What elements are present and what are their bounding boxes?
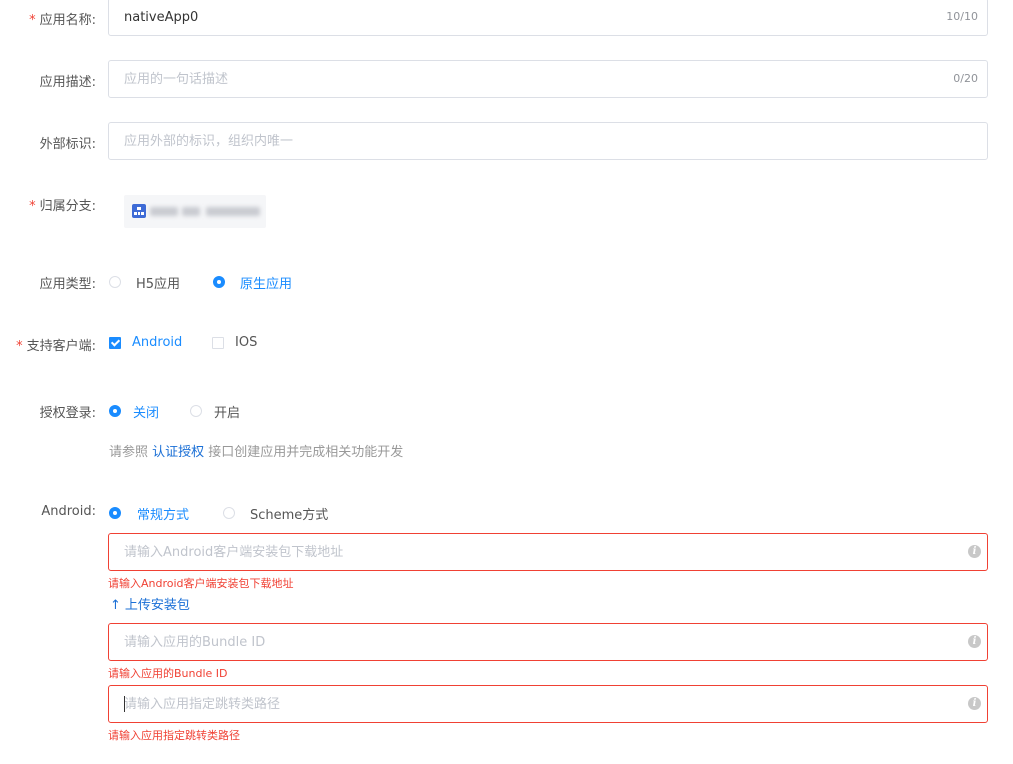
app-type-label: 应用类型: [39,277,96,292]
info-icon: i [968,635,981,648]
checkbox-android-label[interactable]: Android [132,335,182,350]
branch-selector[interactable] [124,195,266,228]
radio-auth-off-label[interactable]: 关闭 [133,402,159,421]
radio-scheme-mode[interactable] [223,507,235,519]
radio-scheme-mode-label[interactable]: Scheme方式 [250,504,328,523]
app-name-count: 10/10 [946,10,978,23]
radio-native-app[interactable] [213,276,225,288]
auth-hint: 请参照 认证授权 接口创建应用并完成相关功能开发 [109,445,404,460]
branch-name-blurred [150,207,178,216]
external-id-label: 外部标识: [39,137,96,152]
app-name-field[interactable]: 10/10 [108,0,988,36]
info-icon: i [968,545,981,558]
checkbox-android[interactable] [109,337,121,349]
download-url-error: 请输入Android客户端安装包下载地址 [108,577,294,590]
radio-native-app-label[interactable]: 原生应用 [240,273,292,292]
auth-doc-link[interactable]: 认证授权 [152,445,204,460]
branch-name-blurred [182,207,200,216]
branch-label: * 归属分支: [29,199,96,214]
jump-path-field[interactable]: i [108,685,988,723]
external-id-field[interactable] [108,122,988,160]
app-name-label: * 应用名称: [29,13,96,28]
radio-h5-app-label[interactable]: H5应用 [136,273,180,292]
radio-auth-on-label[interactable]: 开启 [214,402,240,421]
external-id-input[interactable] [109,123,944,159]
android-download-url-input[interactable] [109,534,944,570]
text-cursor [124,696,125,712]
android-label: Android: [41,504,96,519]
app-desc-field[interactable]: 0/20 [108,60,988,98]
jump-path-input[interactable] [109,686,944,722]
auth-login-label: 授权登录: [39,406,96,421]
upload-package-button[interactable]: ↑ 上传安装包 [110,594,190,613]
app-name-input[interactable] [109,0,944,35]
info-icon: i [968,697,981,710]
checkbox-ios[interactable] [212,337,224,349]
jump-path-error: 请输入应用指定跳转类路径 [108,729,240,742]
radio-auth-on[interactable] [190,405,202,417]
radio-h5-app[interactable] [109,276,121,288]
radio-regular-mode[interactable] [109,507,121,519]
clients-label: * 支持客户端: [16,339,96,354]
org-tree-icon [132,204,146,218]
branch-name-blurred [206,207,260,216]
android-download-url-field[interactable]: i [108,533,988,571]
bundle-id-field[interactable]: i [108,623,988,661]
bundle-id-error: 请输入应用的Bundle ID [108,667,228,680]
upload-arrow-icon: ↑ [110,598,121,613]
app-desc-label: 应用描述: [39,75,96,90]
app-desc-input[interactable] [109,61,944,97]
bundle-id-input[interactable] [109,624,944,660]
radio-auth-off[interactable] [109,405,121,417]
app-desc-count: 0/20 [953,72,978,85]
checkbox-ios-label[interactable]: IOS [235,335,257,350]
radio-regular-mode-label[interactable]: 常规方式 [137,504,189,523]
